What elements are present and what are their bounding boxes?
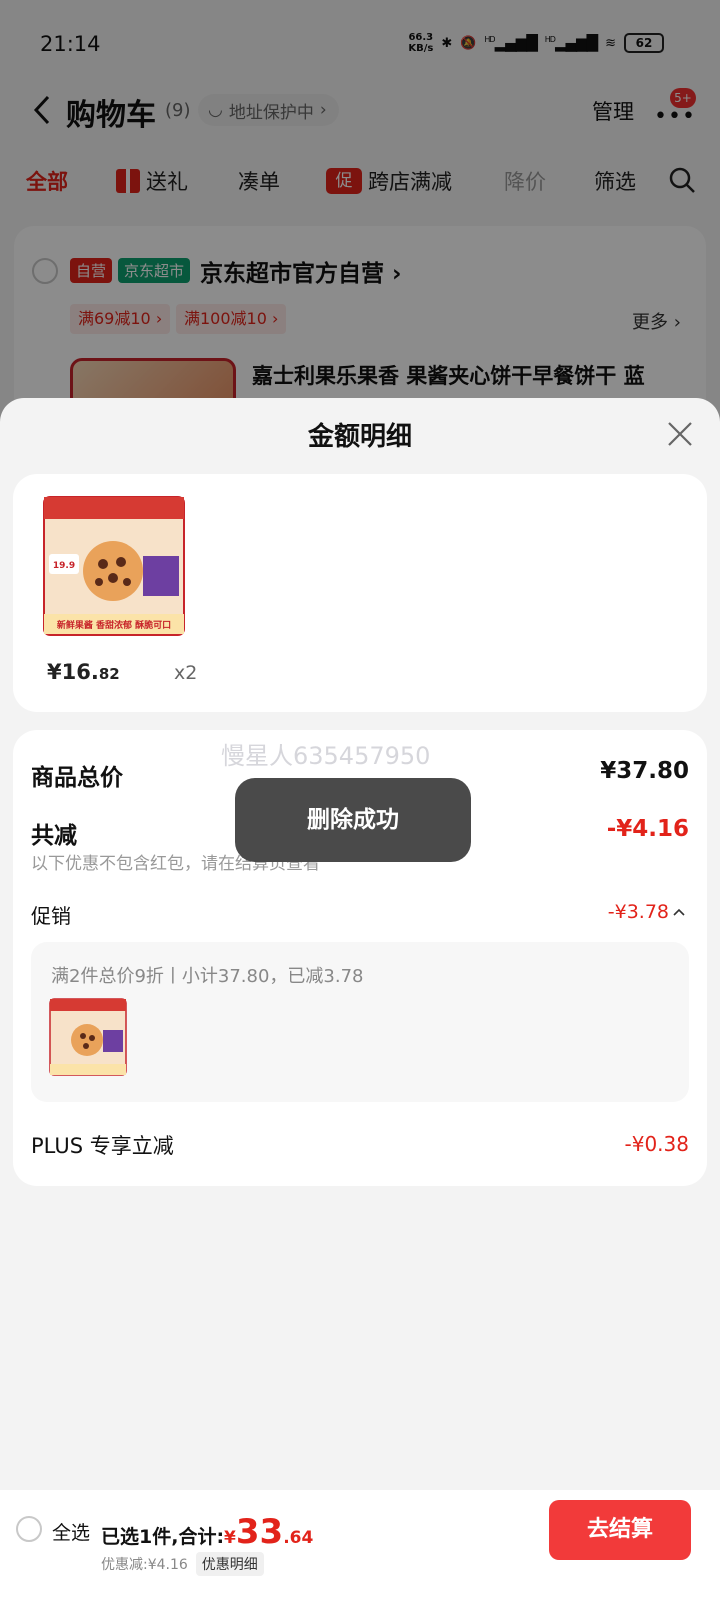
- price-integer: ¥16.: [47, 660, 99, 684]
- watermark-text: 慢星人635457950: [221, 742, 431, 770]
- total-reduction-label: 共减: [31, 823, 77, 849]
- total-reduction-value: -¥4.16: [606, 816, 689, 842]
- promotion-product-thumbnail: [49, 998, 127, 1076]
- discount-line: 优惠减:¥4.16 优惠明细: [101, 1552, 264, 1576]
- plus-discount-value: -¥0.38: [624, 1132, 689, 1156]
- total-summary: 已选1件,合计: ¥ 33 .64: [101, 1512, 313, 1552]
- promotion-detail-box: 满2件总价9折丨小计37.80，已减3.78: [31, 942, 689, 1102]
- summary-prefix: 已选1件,合计:: [101, 1526, 225, 1548]
- close-icon[interactable]: [666, 420, 694, 448]
- image-slogan-text: 新鲜果酱 香甜浓郁 酥脆可口: [57, 619, 171, 631]
- price-decimal: 82: [98, 665, 120, 683]
- select-all-radio[interactable]: [16, 1516, 42, 1542]
- checkout-button[interactable]: 去结算: [549, 1500, 691, 1560]
- product-quantity: x2: [174, 662, 198, 684]
- discount-detail-button[interactable]: 优惠明细: [195, 1552, 264, 1576]
- product-price: ¥16.82: [47, 660, 120, 684]
- promotion-label: 促销: [31, 904, 71, 928]
- plus-discount-label: PLUS 专享立减: [31, 1134, 174, 1158]
- total-amount-decimal: .64: [283, 1528, 314, 1548]
- promotion-value-toggle[interactable]: -¥3.78: [608, 901, 685, 923]
- image-price-text: 19.9: [53, 561, 75, 571]
- currency-symbol: ¥: [224, 1528, 236, 1548]
- chevron-up-icon: [673, 908, 685, 916]
- checkout-bar: 全选 已选1件,合计: ¥ 33 .64 优惠减:¥4.16 优惠明细 去结算: [0, 1490, 720, 1600]
- sheet-title: 金额明细: [307, 422, 412, 452]
- total-amount-integer: 33: [235, 1512, 284, 1552]
- discount-amount: 优惠减:¥4.16: [101, 1557, 188, 1573]
- promotion-value: -¥3.78: [607, 901, 669, 923]
- promotion-description: 满2件总价9折丨小计37.80，已减3.78: [51, 966, 364, 987]
- select-all-label[interactable]: 全选: [52, 1518, 90, 1545]
- product-image[interactable]: 19.9 新鲜果酱 香甜浓郁 酥脆可口: [43, 496, 185, 636]
- total-price-label: 商品总价: [31, 765, 123, 791]
- product-card: 19.9 新鲜果酱 香甜浓郁 酥脆可口 ¥16.82 x2: [13, 474, 707, 712]
- total-price-value: ¥37.80: [600, 758, 689, 784]
- toast-message: 删除成功: [235, 778, 471, 862]
- amount-detail-sheet: 金额明细 19.9 新鲜果酱 香甜浓郁 酥脆可口 ¥16.82 x2 慢星人63…: [0, 398, 720, 1600]
